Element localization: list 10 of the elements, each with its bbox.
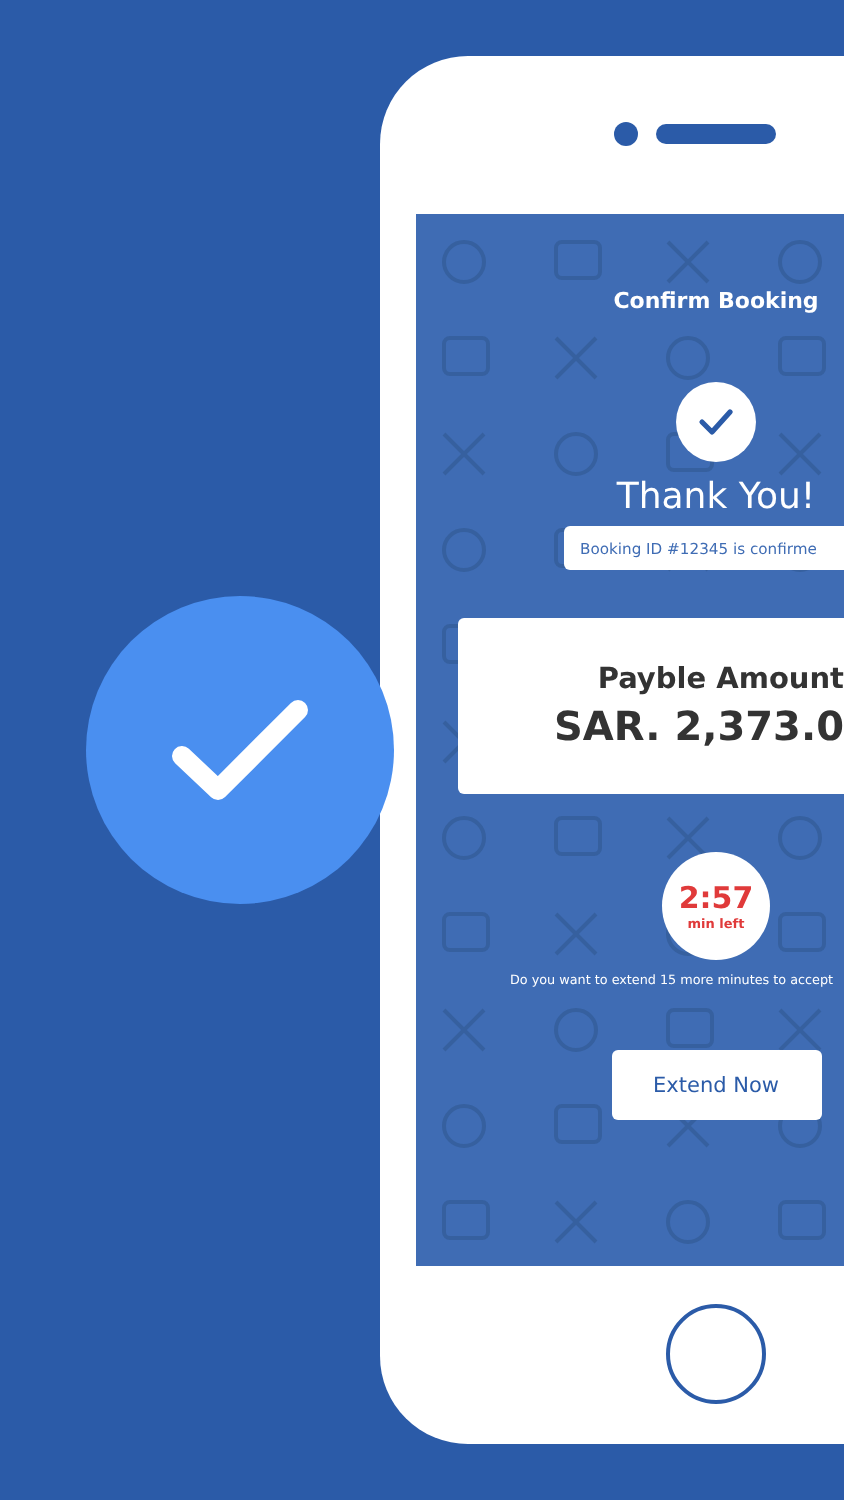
check-icon [698,408,734,436]
amount-label: Payble Amount [597,662,844,700]
timer-time: 2:57 [678,881,754,915]
extend-button[interactable]: Extend Now [611,1050,821,1120]
home-button[interactable] [666,1304,766,1404]
screen-title: Confirm Booking [613,286,819,318]
thank-you-heading: Thank You! [616,474,816,522]
speaker-icon [656,124,776,144]
amount-value: SAR. 2,373.0 [554,700,844,752]
check-icon [170,696,310,804]
